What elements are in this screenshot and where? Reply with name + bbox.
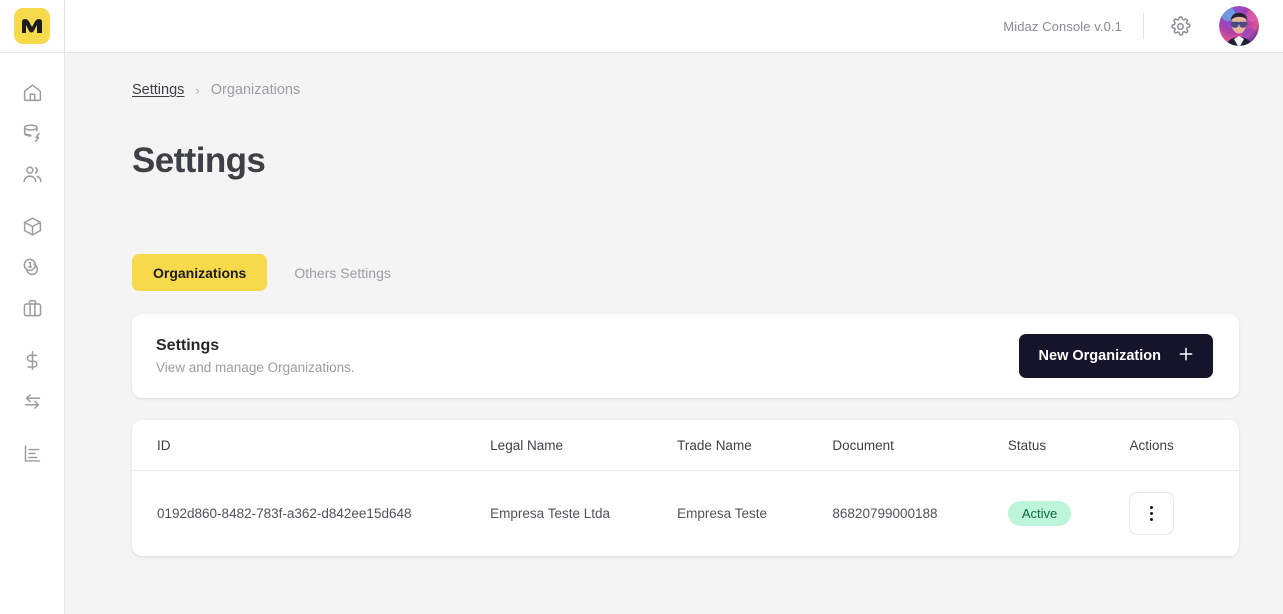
table-body: 0192d860-8482-783f-a362-d842ee15d648 Emp… <box>132 471 1239 557</box>
main-content: Settings › Organizations Settings Organi… <box>65 53 1283 614</box>
sidebar-item-assets[interactable] <box>0 208 65 249</box>
column-header-document: Document <box>832 420 1008 471</box>
kebab-dot-2 <box>1150 512 1154 515</box>
header-divider <box>1143 13 1144 39</box>
app-version-label: Midaz Console v.0.1 <box>1003 18 1122 34</box>
content-wrapper: Settings › Organizations Settings Organi… <box>65 53 1283 556</box>
organizations-table-card: ID Legal Name Trade Name Document Status… <box>132 420 1239 556</box>
cell-legal-name: Empresa Teste Ltda <box>490 506 610 521</box>
column-header-legal-name: Legal Name <box>490 420 678 471</box>
midaz-logo[interactable] <box>14 8 50 44</box>
sidebar-item-portfolios[interactable] <box>0 249 65 290</box>
cell-document: 86820799000188 <box>832 506 938 521</box>
breadcrumb-current: Organizations <box>210 82 301 98</box>
cell-id: 0192d860-8482-783f-a362-d842ee15d648 <box>157 506 412 521</box>
briefcase-icon <box>22 298 43 324</box>
logo-container[interactable] <box>0 0 65 53</box>
tab-organizations[interactable]: Organizations <box>132 254 268 291</box>
top-header: Midaz Console v.0.1 <box>65 0 1283 53</box>
user-avatar[interactable] <box>1219 6 1259 46</box>
logo-mark-icon <box>22 19 42 33</box>
settings-card: Settings View and manage Organizations. … <box>132 314 1239 398</box>
table-head: ID Legal Name Trade Name Document Status… <box>132 420 1239 471</box>
dollar-icon <box>22 350 43 376</box>
sidebar-item-segments[interactable] <box>0 290 65 331</box>
new-organization-label: New Organization <box>1038 348 1161 364</box>
settings-card-text: Settings View and manage Organizations. <box>156 337 355 375</box>
breadcrumb: Settings › Organizations <box>132 79 1239 101</box>
table-header-row: ID Legal Name Trade Name Document Status… <box>132 420 1239 471</box>
sidebar-item-transactions[interactable] <box>0 383 65 424</box>
column-header-id: ID <box>132 420 491 471</box>
chevron-right-icon: › <box>195 82 200 98</box>
database-lightning-icon <box>22 123 43 149</box>
avatar-image <box>1219 6 1259 46</box>
table-row[interactable]: 0192d860-8482-783f-a362-d842ee15d648 Emp… <box>132 471 1239 557</box>
sidebar-item-home[interactable] <box>0 74 65 115</box>
column-header-actions: Actions <box>1129 420 1239 471</box>
settings-card-title: Settings <box>156 337 220 354</box>
cell-trade-name: Empresa Teste <box>677 506 767 521</box>
arrows-exchange-icon <box>22 391 43 417</box>
column-header-trade-name: Trade Name <box>677 420 833 471</box>
column-header-status: Status <box>1007 420 1130 471</box>
cell-status: Active <box>1007 471 1130 557</box>
organizations-table: ID Legal Name Trade Name Document Status… <box>132 420 1239 556</box>
plus-icon <box>1177 345 1195 367</box>
tab-list: Organizations Others Settings <box>132 254 1239 291</box>
cell-actions <box>1129 471 1239 557</box>
sidebar-item-accounts[interactable] <box>0 342 65 383</box>
new-organization-button[interactable]: New Organization <box>1018 334 1213 378</box>
cube-icon <box>22 216 43 242</box>
settings-card-subtitle: View and manage Organizations. <box>156 360 355 375</box>
kebab-dot-3 <box>1150 518 1154 521</box>
page-title: Settings <box>132 141 266 180</box>
status-badge: Active <box>1007 501 1072 526</box>
coins-icon <box>22 257 43 283</box>
breadcrumb-settings-link[interactable]: Settings <box>132 82 184 98</box>
kebab-dot-1 <box>1150 506 1154 509</box>
sidebar-item-reports[interactable] <box>0 435 65 476</box>
app-root: Midaz Console v.0.1 Settings › Organizat… <box>0 0 1283 614</box>
kebab-menu-icon <box>1150 505 1154 523</box>
sidebar <box>0 0 65 614</box>
users-icon <box>22 164 43 190</box>
tab-others-settings[interactable]: Others Settings <box>273 254 412 291</box>
home-icon <box>22 82 43 108</box>
row-actions-button[interactable] <box>1129 492 1175 535</box>
sidebar-item-ledgers[interactable] <box>0 115 65 156</box>
bar-chart-icon <box>22 443 43 469</box>
gear-icon[interactable] <box>1165 11 1195 41</box>
sidebar-nav <box>0 74 64 476</box>
sidebar-item-users[interactable] <box>0 156 65 197</box>
